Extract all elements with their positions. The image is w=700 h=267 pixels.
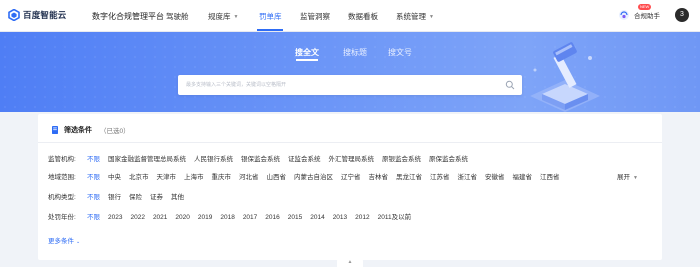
new-badge: NEW bbox=[638, 4, 652, 10]
filter-option[interactable]: 人民银行系统 bbox=[194, 153, 233, 163]
filter-option[interactable]: 2012 bbox=[355, 214, 369, 221]
filter-option[interactable]: 重庆市 bbox=[212, 171, 232, 181]
filter-option[interactable]: 2023 bbox=[108, 214, 122, 221]
filter-option[interactable]: 北京市 bbox=[129, 171, 149, 181]
filter-option[interactable]: 2016 bbox=[265, 214, 279, 221]
nav-item-regulation-library[interactable]: 规度库 ▼ bbox=[208, 11, 238, 22]
tab-search-doc-number[interactable]: 搜文号 bbox=[388, 47, 412, 58]
filter-option-unlimited[interactable]: 不限 bbox=[87, 191, 100, 201]
filter-panel: 筛选条件 （已选0） 监管机构: 不限 国家金融监督管理总局系统 人民银行系统 银保监… bbox=[38, 114, 662, 260]
filter-option[interactable]: 江西省 bbox=[540, 171, 560, 181]
logo-text: 百度智能云 bbox=[23, 10, 67, 20]
collapse-toggle[interactable]: ▲ bbox=[337, 258, 363, 267]
filter-option[interactable]: 银行 bbox=[108, 191, 121, 201]
logo[interactable]: 百度智能云 bbox=[8, 9, 67, 21]
nav-item-cockpit[interactable]: 驾驶舱 bbox=[166, 11, 189, 22]
filter-option[interactable]: 2013 bbox=[333, 214, 347, 221]
filter-option[interactable]: 2011及以前 bbox=[378, 211, 411, 221]
filter-option[interactable]: 江苏省 bbox=[430, 171, 450, 181]
filter-option[interactable]: 内蒙古自治区 bbox=[294, 171, 333, 181]
filter-option[interactable]: 保险 bbox=[129, 191, 142, 201]
filter-option[interactable]: 证监会系统 bbox=[288, 153, 321, 163]
filter-option[interactable]: 浙江省 bbox=[458, 171, 478, 181]
filter-label: 监管机构: bbox=[48, 156, 76, 163]
filter-label: 机构类型: bbox=[48, 194, 76, 201]
divider bbox=[38, 142, 662, 143]
filter-option-unlimited[interactable]: 不限 bbox=[87, 153, 100, 163]
filter-option[interactable]: 中央 bbox=[108, 171, 121, 181]
selected-count: （已选0） bbox=[100, 128, 130, 135]
search-tab-indicator bbox=[296, 59, 318, 61]
filter-label: 处罚年份: bbox=[48, 214, 76, 221]
filter-option[interactable]: 福建省 bbox=[513, 171, 533, 181]
filter-option[interactable]: 外汇管理局系统 bbox=[329, 153, 375, 163]
chevron-down-icon: ▼ bbox=[429, 14, 434, 20]
gavel-illustration-icon bbox=[520, 40, 610, 112]
filter-option[interactable]: 银保监会系统 bbox=[241, 153, 280, 163]
filter-label: 地域范围: bbox=[48, 174, 76, 181]
filter-option[interactable]: 吉林省 bbox=[369, 171, 389, 181]
filter-option[interactable]: 黑龙江省 bbox=[396, 171, 422, 181]
assistant-label: 合规助手 bbox=[634, 13, 660, 20]
filter-option-unlimited[interactable]: 不限 bbox=[87, 171, 100, 181]
filter-options: 不限 中央 北京市 天津市 上海市 重庆市 河北省 山西省 内蒙古自治区 辽宁省 吉林省 黑龙江省 江苏… bbox=[87, 171, 568, 181]
filter-option[interactable]: 原保监会系统 bbox=[429, 153, 468, 163]
filter-option[interactable]: 2014 bbox=[310, 214, 324, 221]
chevron-down-icon: ▼ bbox=[633, 175, 638, 181]
baidu-cloud-logo-icon bbox=[8, 9, 20, 21]
filter-options: 不限 2023 2022 2021 2020 2019 2018 2017 2016 2015 20… bbox=[87, 211, 419, 221]
platform-name: 数字化合规管理平台 bbox=[92, 12, 164, 21]
chevron-down-icon: ⌄ bbox=[76, 239, 81, 245]
nav-item-data-dashboard[interactable]: 数据看板 bbox=[348, 11, 378, 22]
avatar[interactable]: 3 bbox=[675, 8, 689, 22]
chevron-up-icon: ▲ bbox=[347, 259, 353, 265]
search-box bbox=[178, 75, 522, 95]
expand-button[interactable]: 展开 ▼ bbox=[617, 171, 638, 181]
nav-item-system-management[interactable]: 系统管理 ▼ bbox=[396, 11, 434, 22]
filter-option[interactable]: 2021 bbox=[153, 214, 167, 221]
tab-search-title[interactable]: 搜标题 bbox=[343, 47, 367, 58]
filter-header: 筛选条件 （已选0） bbox=[52, 125, 130, 135]
search-input[interactable] bbox=[186, 80, 496, 90]
filter-row-institution-type: 机构类型: 不限 银行 保险 证券 其他 bbox=[48, 191, 648, 203]
filter-option[interactable]: 天津市 bbox=[157, 171, 177, 181]
filter-row-penalty-year: 处罚年份: 不限 2023 2022 2021 2020 2019 2018 2017 2016… bbox=[48, 211, 648, 223]
filter-option-unlimited[interactable]: 不限 bbox=[87, 211, 100, 221]
filter-option[interactable]: 原银监会系统 bbox=[382, 153, 421, 163]
filter-option[interactable]: 其他 bbox=[171, 191, 184, 201]
filter-option[interactable]: 国家金融监督管理总局系统 bbox=[108, 153, 186, 163]
filter-option[interactable]: 证券 bbox=[150, 191, 163, 201]
more-conditions-button[interactable]: 更多条件 ⌄ bbox=[48, 235, 80, 245]
filter-option[interactable]: 山西省 bbox=[267, 171, 287, 181]
filter-options: 不限 国家金融监督管理总局系统 人民银行系统 银保监会系统 证监会系统 外汇管理局系统 原银… bbox=[87, 153, 476, 163]
filter-option[interactable]: 2015 bbox=[288, 214, 302, 221]
filter-option[interactable]: 2017 bbox=[243, 214, 257, 221]
filter-option[interactable]: 河北省 bbox=[239, 171, 259, 181]
filter-row-region: 地域范围: 不限 中央 北京市 天津市 上海市 重庆市 河北省 山西省 内蒙古自治区 辽宁省 吉林省… bbox=[48, 171, 648, 183]
filter-option[interactable]: 上海市 bbox=[184, 171, 204, 181]
filter-option[interactable]: 2018 bbox=[220, 214, 234, 221]
filter-option[interactable]: 2022 bbox=[130, 214, 144, 221]
filter-options: 不限 银行 保险 证券 其他 bbox=[87, 191, 192, 201]
search-hero-banner: 搜全文 搜标题 搜文号 bbox=[0, 32, 700, 112]
active-tab-indicator bbox=[257, 29, 283, 31]
top-navbar: 百度智能云 数字化合规管理平台 驾驶舱 规度库 ▼ 罚单库 监管洞察 数据看板 系… bbox=[0, 0, 700, 32]
assistant-icon bbox=[618, 9, 630, 21]
chevron-down-icon: ▼ bbox=[233, 14, 239, 20]
filter-option[interactable]: 2019 bbox=[198, 214, 212, 221]
filter-row-regulator: 监管机构: 不限 国家金融监督管理总局系统 人民银行系统 银保监会系统 证监会系统 外汇管… bbox=[48, 153, 648, 165]
compliance-assistant-button[interactable]: 合规助手 NEW bbox=[618, 4, 660, 21]
filter-icon bbox=[52, 126, 58, 134]
filter-option[interactable]: 辽宁省 bbox=[341, 171, 361, 181]
nav-item-penalty-library[interactable]: 罚单库 bbox=[259, 11, 282, 22]
tab-search-fulltext[interactable]: 搜全文 bbox=[295, 47, 319, 58]
search-icon[interactable] bbox=[505, 80, 515, 90]
nav-item-regulatory-insight[interactable]: 监管洞察 bbox=[300, 11, 330, 22]
filter-option[interactable]: 2020 bbox=[175, 214, 189, 221]
filter-title: 筛选条件 bbox=[64, 127, 92, 134]
filter-option[interactable]: 安徽省 bbox=[485, 171, 505, 181]
